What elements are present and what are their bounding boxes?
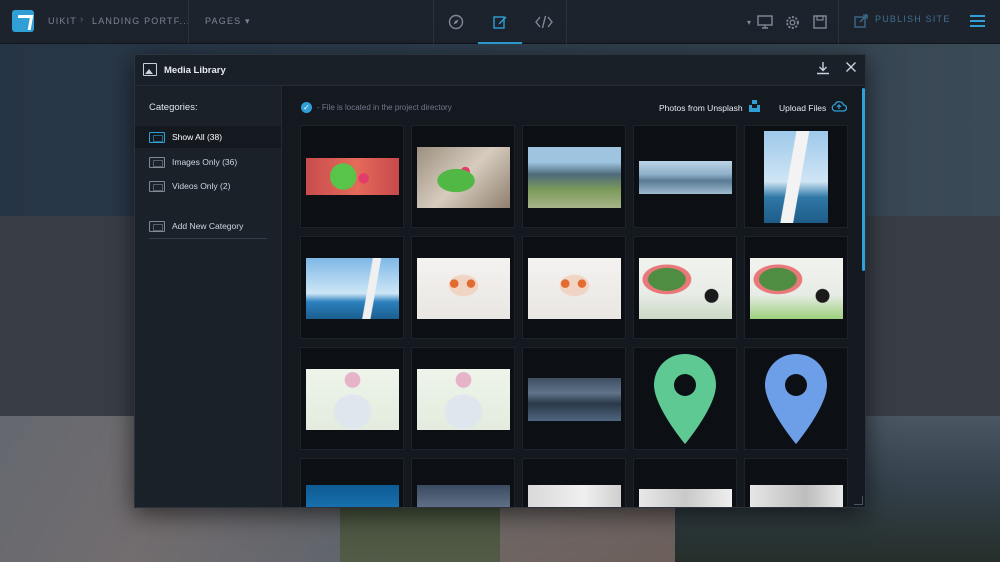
code-icon <box>535 15 553 29</box>
media-item-woman-sunglasses-1[interactable] <box>411 236 515 339</box>
resize-handle[interactable] <box>854 496 863 505</box>
photo-thumbnail <box>417 258 510 319</box>
breadcrumb-project[interactable]: UIKIT <box>48 16 77 26</box>
media-item-partial-2[interactable] <box>411 458 515 507</box>
chevron-right-icon: › <box>80 14 84 25</box>
publish-site-button[interactable]: PUBLISH SITE <box>875 14 950 24</box>
media-item-smoothie-top[interactable] <box>300 125 404 228</box>
photo-thumbnail <box>306 485 399 507</box>
categories-heading: Categories: <box>149 102 198 113</box>
edit-icon <box>493 16 507 29</box>
photo-thumbnail <box>417 485 510 507</box>
upload-files-button[interactable]: Upload Files <box>779 103 826 113</box>
close-icon[interactable] <box>843 60 859 78</box>
media-item-dusk-lake[interactable] <box>522 347 626 450</box>
media-item-woman-pink-hair-1[interactable] <box>300 347 404 450</box>
category-videos-only[interactable]: Videos Only (2) <box>135 175 281 197</box>
settings-button[interactable] <box>782 12 802 32</box>
publish-icon <box>854 14 868 28</box>
category-label: Show All (38) <box>172 132 223 142</box>
photo-thumbnail <box>306 258 399 319</box>
media-item-leaf-sunglasses-2[interactable] <box>744 236 848 339</box>
photo-thumbnail <box>417 147 510 208</box>
chevron-down-icon[interactable]: ▾ <box>743 12 755 32</box>
cloud-upload-icon[interactable] <box>831 100 847 112</box>
dialog-header: Media Library <box>135 55 865 86</box>
photo-thumbnail <box>639 258 732 319</box>
photo-thumbnail <box>764 131 828 223</box>
media-item-woman-sunglasses-2[interactable] <box>522 236 626 339</box>
folder-plus-icon <box>149 220 165 232</box>
project-file-hint: - File is located in the project directo… <box>317 103 452 112</box>
photo-thumbnail <box>306 369 399 430</box>
photo-thumbnail <box>639 489 732 507</box>
media-item-map-pin-green[interactable] <box>633 347 737 450</box>
device-selector[interactable] <box>755 12 775 32</box>
check-circle-icon: ✓ <box>301 102 312 113</box>
map-pin-icon <box>654 354 716 444</box>
media-item-leaf-sunglasses-1[interactable] <box>633 236 737 339</box>
media-content: ✓ - File is located in the project direc… <box>283 86 865 507</box>
gear-icon <box>785 15 799 29</box>
category-images-only[interactable]: Images Only (36) <box>135 151 281 173</box>
top-toolbar: UIKIT › LANDING PORTF... PAGES ▾ ▾ PUBLI… <box>0 0 1000 44</box>
photo-thumbnail <box>639 161 732 194</box>
photos-from-unsplash-button[interactable]: Photos from Unsplash <box>659 103 743 113</box>
media-item-sailboat-portrait[interactable] <box>744 125 848 228</box>
photo-thumbnail <box>528 258 621 319</box>
media-item-partial-3[interactable] <box>522 458 626 507</box>
unsplash-icon[interactable] <box>749 100 760 112</box>
pages-menu[interactable]: PAGES ▾ <box>205 16 251 27</box>
all-media-icon <box>149 131 165 143</box>
device-monitor-icon <box>757 15 773 29</box>
code-mode-button[interactable] <box>522 0 566 44</box>
divider <box>149 238 267 239</box>
media-scrollbar[interactable] <box>862 88 865 271</box>
compass-icon <box>448 14 464 30</box>
photo-thumbnail <box>528 485 621 507</box>
photo-thumbnail <box>750 258 843 319</box>
media-item-map-pin-blue[interactable] <box>744 347 848 450</box>
preview-mode-button[interactable] <box>434 0 478 44</box>
add-new-category-button[interactable]: Add New Category <box>135 215 281 237</box>
download-icon[interactable] <box>815 61 831 79</box>
dialog-title: Media Library <box>164 65 226 76</box>
save-icon <box>813 15 827 29</box>
divider <box>566 0 567 44</box>
media-item-partial-5[interactable] <box>744 458 848 507</box>
photo-thumbnail <box>417 369 510 430</box>
edit-mode-button[interactable] <box>478 0 522 44</box>
media-item-woman-pink-hair-2[interactable] <box>411 347 515 450</box>
category-label: Images Only (36) <box>172 157 238 167</box>
video-icon <box>149 180 165 192</box>
breadcrumb-page[interactable]: LANDING PORTF... <box>92 16 191 26</box>
media-item-mountain-lake[interactable] <box>633 125 737 228</box>
map-pin-icon <box>765 354 827 444</box>
app-logo[interactable] <box>12 10 34 32</box>
category-sidebar: Categories: Show All (38) Images Only (3… <box>135 86 282 507</box>
category-show-all[interactable]: Show All (38) <box>135 126 281 148</box>
media-library-dialog: Media Library Categories: Show All (38) … <box>134 54 866 508</box>
add-category-label: Add New Category <box>172 221 244 231</box>
media-item-sailboat-landscape[interactable] <box>300 236 404 339</box>
category-label: Videos Only (2) <box>172 181 231 191</box>
photo-thumbnail <box>528 147 621 208</box>
photo-thumbnail <box>750 485 843 507</box>
media-item-smoothie-jar[interactable] <box>411 125 515 228</box>
divider <box>838 0 839 44</box>
media-item-partial-4[interactable] <box>633 458 737 507</box>
image-icon <box>149 156 165 168</box>
hamburger-menu-icon[interactable] <box>970 15 985 27</box>
photo-thumbnail <box>528 378 621 421</box>
divider <box>188 0 189 44</box>
media-item-mountains-road[interactable] <box>522 125 626 228</box>
media-item-partial-1[interactable] <box>300 458 404 507</box>
photo-thumbnail <box>306 158 399 195</box>
save-button[interactable] <box>810 12 830 32</box>
image-icon <box>143 63 157 76</box>
